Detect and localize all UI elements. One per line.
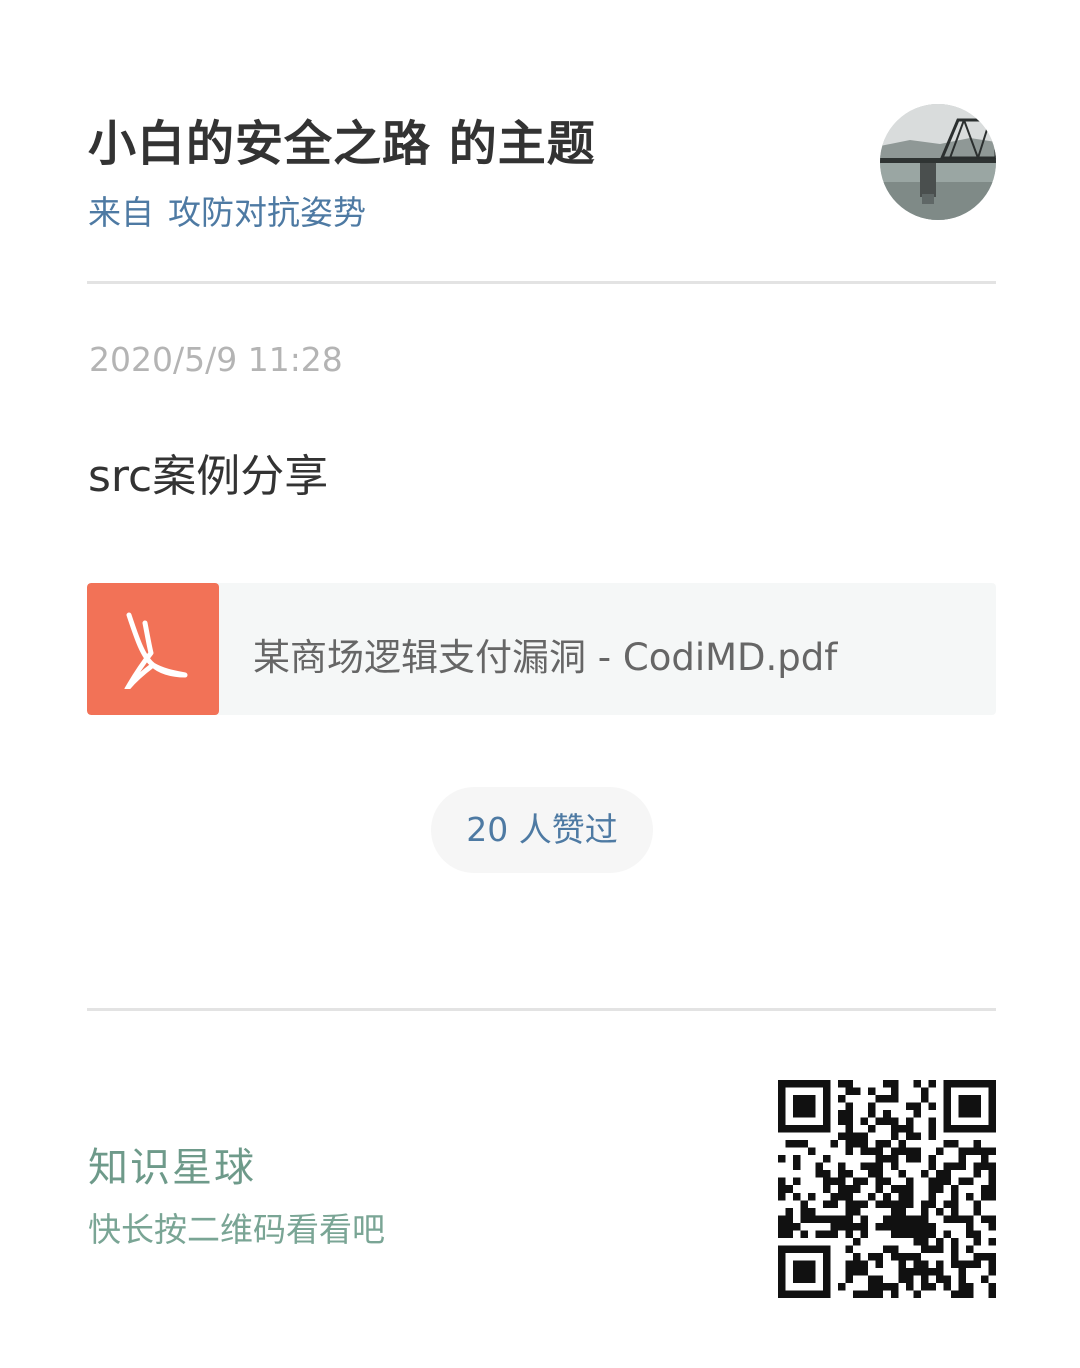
avatar[interactable] bbox=[880, 104, 996, 220]
likes-button[interactable]: 20 人赞过 bbox=[431, 787, 653, 873]
pdf-icon bbox=[87, 583, 219, 715]
brand-name: 知识星球 bbox=[88, 1145, 256, 1191]
qr-code-image bbox=[778, 1080, 996, 1298]
avatar-bridge-photo bbox=[880, 104, 996, 220]
header-divider bbox=[87, 281, 996, 284]
qr-code[interactable] bbox=[778, 1080, 996, 1298]
pdf-attachment[interactable]: 某商场逻辑支付漏洞 - CodiMD.pdf bbox=[87, 583, 996, 715]
qr-hint: 快长按二维码看看吧 bbox=[88, 1210, 385, 1249]
footer-divider bbox=[87, 1008, 996, 1011]
topic-header: 小白的安全之路 的主题 来自 攻防对抗姿势 bbox=[88, 100, 996, 232]
page-title: 小白的安全之路 的主题 bbox=[88, 116, 596, 172]
post-timestamp: 2020/5/9 11:28 bbox=[89, 340, 343, 379]
group-name-link[interactable]: 攻防对抗姿势 bbox=[168, 193, 366, 232]
from-label: 来自 bbox=[88, 193, 154, 232]
post-content: src案例分享 bbox=[88, 451, 329, 502]
attachment-file-name[interactable]: 某商场逻辑支付漏洞 - CodiMD.pdf bbox=[253, 627, 837, 681]
group-source[interactable]: 来自 攻防对抗姿势 bbox=[88, 186, 366, 234]
